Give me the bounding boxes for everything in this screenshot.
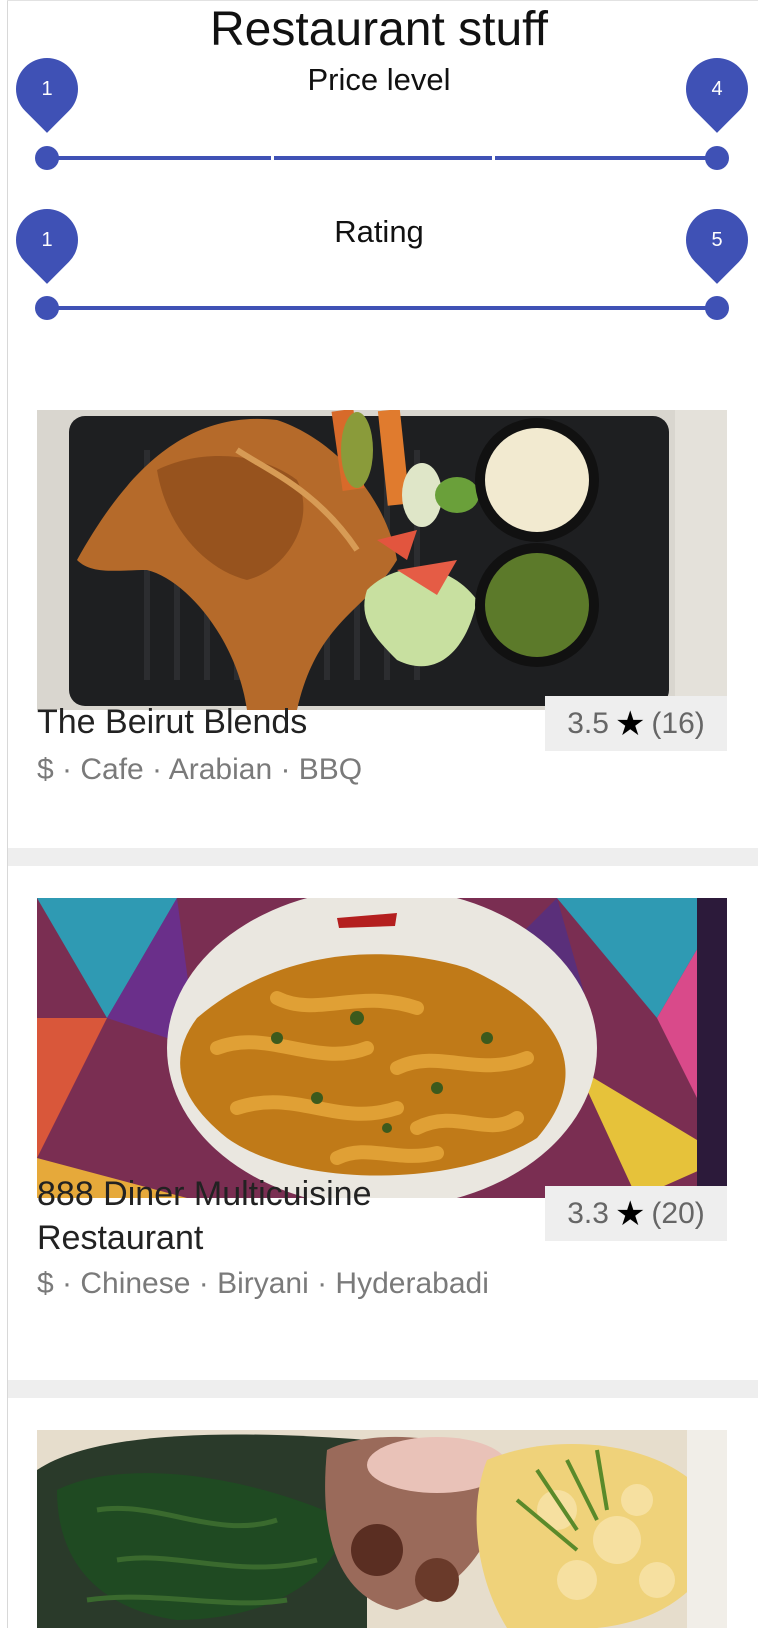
page-border-top: [7, 0, 758, 1]
review-count: (20): [651, 1196, 705, 1230]
restaurant-meta: $ · Cafe · Arabian · BBQ: [37, 753, 363, 786]
star-icon: ★: [614, 704, 646, 743]
grilled-chicken-photo: [37, 410, 727, 710]
price-max-value: 4: [711, 78, 723, 100]
rating-badge: 3.3 ★ (20): [545, 1186, 727, 1241]
restaurant-card[interactable]: [8, 1398, 758, 1628]
restaurant-card[interactable]: The Beirut Blends 3.5 ★ (16) $ · Cafe · …: [8, 382, 758, 848]
restaurant-photo: [37, 1430, 727, 1628]
restaurant-name: 888 Diner Multicuisine Restaurant: [37, 1175, 372, 1257]
rating-badge: 3.5 ★ (16): [545, 696, 727, 751]
card-divider: [8, 848, 758, 866]
restaurant-card[interactable]: 888 Diner Multicuisine Restaurant 3.3 ★ …: [8, 866, 758, 1380]
rating-max-value: 5: [711, 229, 723, 251]
rating-max-handle[interactable]: [705, 296, 729, 320]
price-max-handle[interactable]: [705, 146, 729, 170]
rating-label: Rating: [334, 214, 424, 249]
price-min-value: 1: [41, 78, 53, 100]
review-count: (16): [651, 706, 705, 740]
restaurant-meta: $ · Chinese · Biryani · Hyderabadi: [37, 1267, 489, 1300]
rating-min-value: 1: [41, 229, 53, 251]
breakfast-photo: [37, 1430, 727, 1628]
price-level-tick: [492, 156, 495, 160]
star-icon: ★: [614, 1194, 646, 1233]
price-min-handle[interactable]: [35, 146, 59, 170]
rating-min-handle[interactable]: [35, 296, 59, 320]
rating-value: 3.5: [567, 706, 609, 740]
restaurant-photo: [37, 410, 727, 710]
price-level-track[interactable]: [47, 156, 717, 160]
price-level-label: Price level: [307, 62, 451, 97]
restaurant-name: The Beirut Blends: [37, 703, 308, 741]
restaurant-photo: [37, 898, 727, 1198]
price-level-tick: [271, 156, 274, 160]
card-divider: [8, 1380, 758, 1398]
fried-chicken-photo: [37, 898, 727, 1198]
rating-track[interactable]: [47, 306, 717, 310]
page-title: Restaurant stuff: [210, 3, 548, 56]
rating-value: 3.3: [567, 1196, 609, 1230]
